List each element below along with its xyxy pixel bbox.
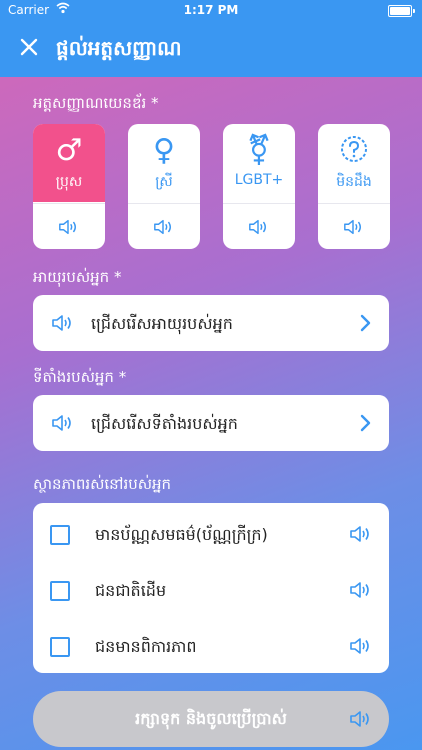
nav-bar: ផ្តល់អត្តសញ្ញាណ [0,20,422,77]
save-and-continue-label: រក្សាទុក និងចូលប្រើប្រាស់ [135,709,287,728]
male-icon: ♂ [55,133,83,168]
close-icon[interactable] [18,36,40,58]
gender-option-label: LGBT+ [234,172,284,188]
speaker-icon[interactable] [248,218,268,236]
clock: 1:17 PM [183,3,239,17]
age-select-placeholder: ជ្រើសរើសអាយុរបស់អ្នក [91,314,233,333]
chevron-right-icon [360,314,371,332]
checkbox[interactable] [50,637,70,657]
speaker-icon[interactable] [343,218,363,236]
speaker-icon[interactable] [349,581,371,599]
status-item-equity-card[interactable]: មានប័ណ្ណសមធម៌(ប័ណ្ណក្រីក្រ) [33,506,389,562]
status-item-indigenous[interactable]: ជនជាតិដើម [33,562,389,618]
speaker-icon[interactable] [51,314,73,332]
gender-label: អត្តសញ្ញាណយេនឌ័រ * [33,94,159,112]
location-label: ទីតាំងរបស់អ្នក * [33,368,127,386]
question-icon [318,134,390,172]
speaker-icon[interactable] [58,218,78,236]
checkbox[interactable] [50,581,70,601]
speaker-icon[interactable] [349,710,371,728]
gender-option-unknown[interactable]: មិនដឹង [318,124,390,249]
speaker-icon[interactable] [349,637,371,655]
gender-option-female[interactable]: ♀ ស្រី [128,124,200,249]
status-bar: Carrier 1:17 PM [0,0,422,20]
location-select[interactable]: ជ្រើសរើសទីតាំងរបស់អ្នក [33,395,389,451]
transgender-icon: ⚧ [246,133,272,168]
question-circle-icon [341,136,367,162]
page-title: ផ្តល់អត្តសញ្ញាណ [56,36,182,60]
speaker-icon[interactable] [51,414,73,432]
age-label: អាយុរបស់អ្នក * [33,268,122,286]
battery-icon [388,5,415,17]
age-select[interactable]: ជ្រើសរើសអាយុរបស់អ្នក [33,295,389,351]
status-item-label: ជនមានពិការភាព [95,637,197,656]
status-label: ស្ថានភាពរស់នៅរបស់អ្នក [33,475,172,493]
gender-option-label: មិនដឹង [336,174,372,190]
location-select-placeholder: ជ្រើសរើសទីតាំងរបស់អ្នក [91,414,238,433]
speaker-icon[interactable] [153,218,173,236]
gender-option-lgbt[interactable]: ⚧ LGBT+ [223,124,295,249]
chevron-right-icon [360,414,371,432]
female-icon: ♀ [153,133,175,168]
speaker-icon[interactable] [349,525,371,543]
status-checklist: មានប័ណ្ណសមធម៌(ប័ណ្ណក្រីក្រ) ជនជាតិដើម ជន… [33,503,389,673]
gender-option-male[interactable]: ♂ ប្រុស [33,124,105,249]
status-item-label: មានប័ណ្ណសមធម៌(ប័ណ្ណក្រីក្រ) [95,525,268,544]
checkbox[interactable] [50,525,70,545]
status-item-disability[interactable]: ជនមានពិការភាព [33,618,389,674]
save-and-continue-button[interactable]: រក្សាទុក និងចូលប្រើប្រាស់ [33,691,389,747]
gender-option-label: ប្រុស [55,174,83,190]
status-item-label: ជនជាតិដើម [95,581,167,600]
gender-option-label: ស្រី [155,174,173,190]
